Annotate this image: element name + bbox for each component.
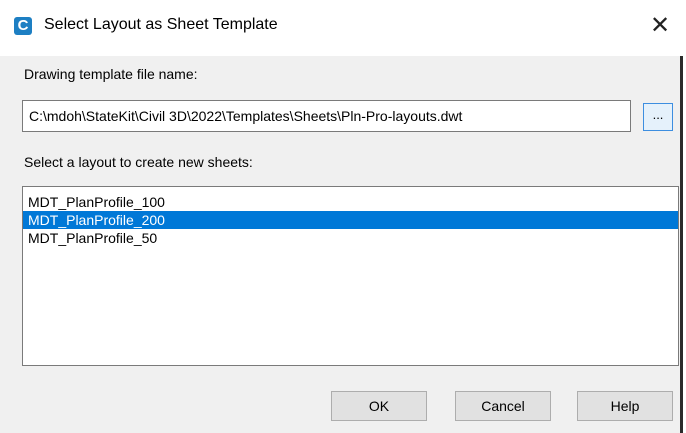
close-button[interactable]: ✕ — [640, 6, 680, 46]
select-layout-dialog: C Select Layout as Sheet Template ✕ Draw… — [0, 0, 683, 433]
close-icon: ✕ — [649, 12, 671, 39]
title-bar: C Select Layout as Sheet Template ✕ — [0, 0, 683, 56]
file-name-label: Drawing template file name: — [24, 66, 198, 82]
list-item[interactable]: MDT_PlanProfile_200 — [23, 211, 678, 229]
dialog-title: Select Layout as Sheet Template — [44, 16, 278, 33]
layout-list-label: Select a layout to create new sheets: — [24, 154, 253, 170]
help-button[interactable]: Help — [577, 391, 673, 421]
cancel-button[interactable]: Cancel — [455, 391, 551, 421]
template-file-input[interactable]: C:\mdoh\StateKit\Civil 3D\2022\Templates… — [22, 100, 631, 132]
browse-button[interactable]: ... — [643, 103, 673, 131]
ok-button[interactable]: OK — [331, 391, 427, 421]
list-item[interactable]: MDT_PlanProfile_50 — [23, 229, 678, 247]
layout-list[interactable]: MDT_PlanProfile_100 MDT_PlanProfile_200 … — [22, 186, 679, 366]
civil3d-app-icon: C — [14, 17, 32, 35]
list-item[interactable]: MDT_PlanProfile_100 — [23, 193, 678, 211]
